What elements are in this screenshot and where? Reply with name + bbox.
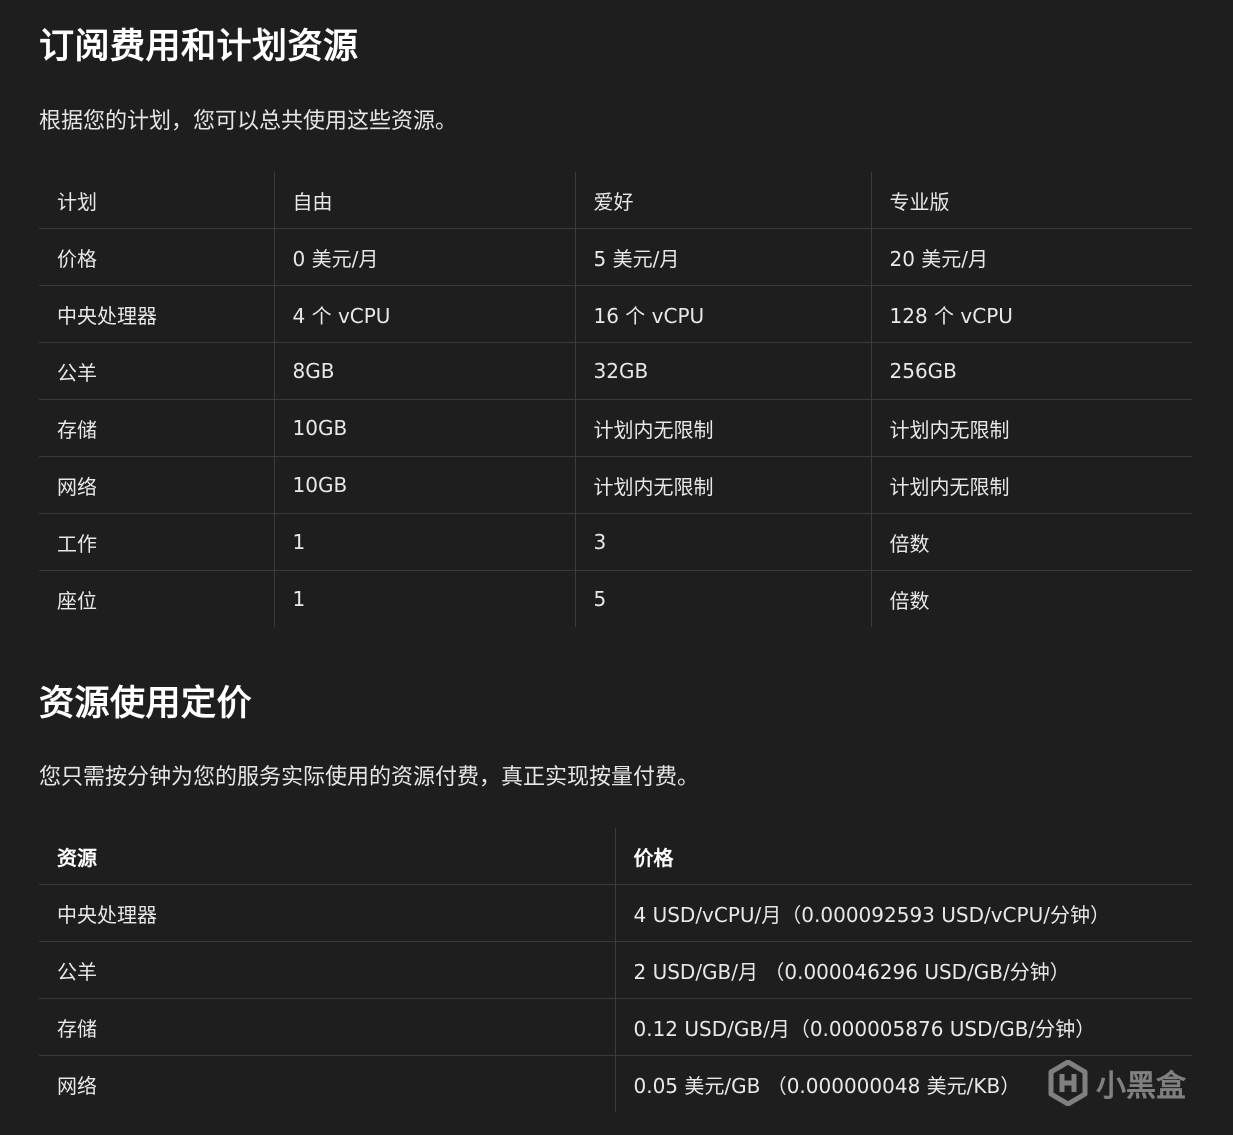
row-label: 存储 [39, 998, 615, 1056]
table-cell: 2 USD/GB/月 （0.000046296 USD/GB/分钟） [614, 941, 1192, 999]
table-cell: 倍数 [870, 570, 1192, 627]
table-row: 网络 0.05 美元/GB （0.000000048 美元/KB） [39, 1055, 1192, 1112]
table-cell: 256GB [870, 342, 1192, 400]
table-cell: 10GB [273, 399, 575, 457]
row-label: 网络 [39, 456, 274, 514]
table-cell: 计划内无限制 [574, 456, 871, 514]
table-cell: 4 个 vCPU [273, 285, 575, 343]
table-cell: 8GB [273, 342, 575, 400]
table-cell: 0.12 USD/GB/月（0.000005876 USD/GB/分钟） [614, 998, 1192, 1056]
plans-header-cell: 自由 [273, 172, 575, 229]
row-label: 价格 [39, 228, 274, 286]
plans-section-title: 订阅费用和计划资源 [39, 27, 359, 67]
row-label: 公羊 [39, 342, 274, 400]
heybox-logo-icon [1048, 1060, 1088, 1106]
table-cell: 16 个 vCPU [574, 285, 871, 343]
table-row: 中央处理器 4 USD/vCPU/月（0.000092593 USD/vCPU/… [39, 884, 1192, 942]
row-label: 座位 [57, 588, 97, 613]
plans-header-cell: 计划 [39, 172, 274, 229]
pricing-table-header-row: 资源 价格 [39, 828, 1192, 885]
watermark-text: 小黑盒 [1096, 1069, 1186, 1104]
table-row: 存储 0.12 USD/GB/月（0.000005876 USD/GB/分钟） [39, 998, 1192, 1056]
table-cell: 1 [273, 513, 575, 571]
table-cell: 计划内无限制 [574, 399, 871, 457]
table-cell: 5 [574, 570, 871, 627]
table-cell: 计划内无限制 [870, 456, 1192, 514]
pricing-section-title: 资源使用定价 [39, 684, 253, 724]
table-cell: 计划内无限制 [870, 399, 1192, 457]
table-row: 座位 1 5 倍数 [39, 570, 1192, 627]
row-label: 网络 [57, 1073, 97, 1098]
plans-header-cell: 专业版 [870, 172, 1192, 229]
table-row: 网络 10GB 计划内无限制 计划内无限制 [39, 456, 1192, 514]
plans-section-intro: 根据您的计划，您可以总共使用这些资源。 [39, 109, 458, 134]
watermark: 小黑盒 [1048, 1060, 1186, 1106]
plans-table-header-row: 计划 自由 爱好 专业版 [39, 172, 1192, 229]
plans-header-cell: 爱好 [574, 172, 871, 229]
table-cell: 32GB [574, 342, 871, 400]
table-row: 工作 1 3 倍数 [39, 513, 1192, 571]
pricing-section-intro: 您只需按分钟为您的服务实际使用的资源付费，真正实现按量付费。 [39, 765, 700, 790]
pricing-header-cell: 资源 [39, 828, 615, 885]
row-label: 中央处理器 [39, 884, 615, 942]
table-row: 中央处理器 4 个 vCPU 16 个 vCPU 128 个 vCPU [39, 285, 1192, 343]
row-label: 存储 [39, 399, 274, 457]
table-row: 存储 10GB 计划内无限制 计划内无限制 [39, 399, 1192, 457]
table-row: 公羊 8GB 32GB 256GB [39, 342, 1192, 400]
row-label: 中央处理器 [39, 285, 274, 343]
table-cell: 5 美元/月 [574, 228, 871, 286]
table-cell: 3 [574, 513, 871, 571]
table-cell: 10GB [273, 456, 575, 514]
table-cell: 20 美元/月 [870, 228, 1192, 286]
row-label: 公羊 [39, 941, 615, 999]
pricing-table: 资源 价格 中央处理器 4 USD/vCPU/月（0.000092593 USD… [39, 828, 1192, 1112]
table-cell: 1 [273, 570, 575, 627]
table-cell: 128 个 vCPU [870, 285, 1192, 343]
table-cell: 0 美元/月 [273, 228, 575, 286]
table-row: 价格 0 美元/月 5 美元/月 20 美元/月 [39, 228, 1192, 286]
row-label: 工作 [39, 513, 274, 571]
table-cell: 倍数 [870, 513, 1192, 571]
table-row: 公羊 2 USD/GB/月 （0.000046296 USD/GB/分钟） [39, 941, 1192, 999]
table-cell: 4 USD/vCPU/月（0.000092593 USD/vCPU/分钟） [614, 884, 1192, 942]
plans-table: 计划 自由 爱好 专业版 价格 0 美元/月 5 美元/月 20 美元/月 中央… [39, 172, 1192, 627]
pricing-header-cell: 价格 [614, 828, 1192, 885]
